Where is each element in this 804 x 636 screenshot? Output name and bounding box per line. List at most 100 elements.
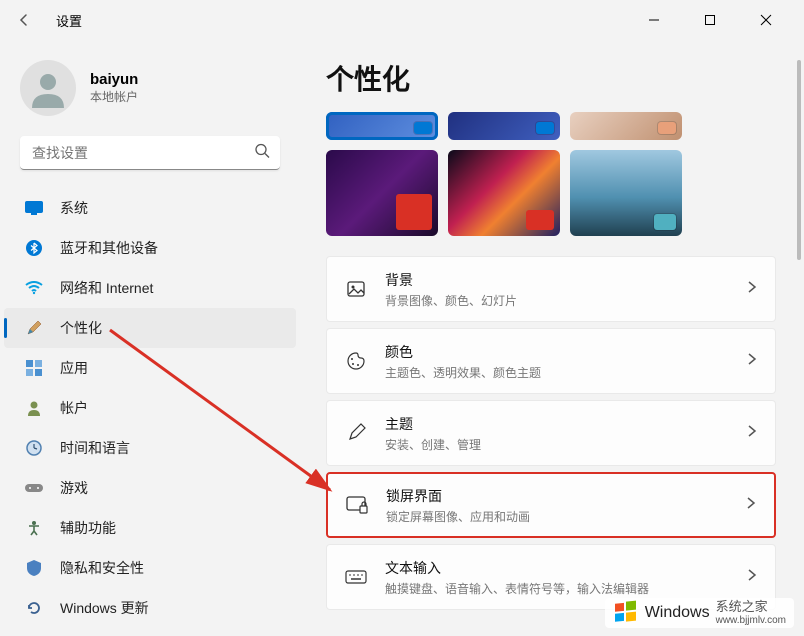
setting-desc: 触摸键盘、语音输入、表情符号等，输入法编辑器 [385, 580, 729, 597]
settings-list: 背景 背景图像、颜色、幻灯片 颜色 主题色、透明效果、颜色主题 主题 安装、创建… [326, 256, 776, 610]
theme-tile[interactable] [448, 150, 560, 236]
sidebar-item-apps[interactable]: 应用 [4, 348, 296, 388]
nav-list: 系统 蓝牙和其他设备 网络和 Internet 个性化 应用 帐户 [0, 188, 300, 628]
keyboard-icon [345, 566, 367, 588]
sidebar: baiyun 本地帐户 系统 蓝牙和其他设备 网络 [0, 40, 300, 636]
watermark: Windows 系统之家 www.bjjmlv.com [605, 598, 794, 628]
chevron-right-icon [747, 280, 757, 299]
accent-chip [396, 194, 432, 230]
setting-row-colors[interactable]: 颜色 主题色、透明效果、颜色主题 [326, 328, 776, 394]
search-box [20, 136, 280, 170]
setting-title: 颜色 [385, 342, 729, 362]
system-icon [24, 198, 44, 218]
image-icon [345, 278, 367, 300]
lockscreen-icon [346, 494, 368, 516]
setting-row-background[interactable]: 背景 背景图像、颜色、幻灯片 [326, 256, 776, 322]
person-icon [24, 398, 44, 418]
update-icon [24, 598, 44, 618]
accent-chip [536, 122, 554, 134]
close-icon [760, 14, 772, 26]
watermark-sub2: www.bjjmlv.com [716, 615, 786, 626]
setting-title: 文本输入 [385, 558, 729, 578]
nav-label: 辅助功能 [60, 518, 116, 538]
apps-icon [24, 358, 44, 378]
sidebar-item-update[interactable]: Windows 更新 [4, 588, 296, 628]
theme-tile[interactable] [570, 112, 682, 140]
accent-chip [658, 122, 676, 134]
nav-label: 蓝牙和其他设备 [60, 238, 158, 258]
page-title: 个性化 [326, 58, 776, 98]
chevron-right-icon [747, 568, 757, 587]
sidebar-item-gaming[interactable]: 游戏 [4, 468, 296, 508]
chevron-right-icon [747, 352, 757, 371]
setting-desc: 主题色、透明效果、颜色主题 [385, 364, 729, 381]
setting-title: 背景 [385, 270, 729, 290]
accent-chip [414, 122, 432, 134]
setting-title: 主题 [385, 414, 729, 434]
sidebar-item-accounts[interactable]: 帐户 [4, 388, 296, 428]
back-button[interactable] [8, 4, 40, 36]
theme-tile[interactable] [326, 112, 438, 140]
themes-grid [326, 112, 776, 236]
watermark-brand: Windows [645, 604, 710, 622]
maximize-button[interactable] [696, 6, 724, 34]
clock-icon [24, 438, 44, 458]
gamepad-icon [24, 478, 44, 498]
paintbrush-icon [24, 318, 44, 338]
nav-label: 游戏 [60, 478, 88, 498]
search-icon[interactable] [254, 143, 270, 164]
nav-label: 应用 [60, 358, 88, 378]
search-input[interactable] [20, 136, 280, 170]
theme-tile[interactable] [326, 150, 438, 236]
nav-label: 帐户 [60, 398, 88, 418]
nav-label: 个性化 [60, 318, 102, 338]
theme-tile[interactable] [570, 150, 682, 236]
setting-row-lockscreen[interactable]: 锁屏界面 锁定屏幕图像、应用和动画 [326, 472, 776, 538]
nav-label: 系统 [60, 198, 88, 218]
shield-icon [24, 558, 44, 578]
theme-tile[interactable] [448, 112, 560, 140]
arrow-left-icon [16, 12, 32, 28]
sidebar-item-bluetooth[interactable]: 蓝牙和其他设备 [4, 228, 296, 268]
palette-icon [345, 350, 367, 372]
setting-desc: 背景图像、颜色、幻灯片 [385, 292, 729, 309]
setting-desc: 锁定屏幕图像、应用和动画 [386, 508, 728, 525]
nav-label: 隐私和安全性 [60, 558, 144, 578]
titlebar: 设置 [0, 0, 804, 40]
sidebar-item-privacy[interactable]: 隐私和安全性 [4, 548, 296, 588]
user-sub: 本地帐户 [90, 88, 138, 105]
setting-desc: 安装、创建、管理 [385, 436, 729, 453]
sidebar-item-system[interactable]: 系统 [4, 188, 296, 228]
avatar [20, 60, 76, 116]
minimize-icon [648, 14, 660, 26]
watermark-sub1: 系统之家 [716, 600, 786, 614]
nav-label: Windows 更新 [60, 598, 149, 618]
windows-logo-icon [613, 600, 639, 626]
setting-title: 锁屏界面 [386, 486, 728, 506]
sidebar-item-personalization[interactable]: 个性化 [4, 308, 296, 348]
maximize-icon [704, 14, 716, 26]
sidebar-item-time[interactable]: 时间和语言 [4, 428, 296, 468]
chevron-right-icon [746, 496, 756, 515]
user-name: baiyun [90, 71, 138, 88]
chevron-right-icon [747, 424, 757, 443]
scrollbar[interactable] [796, 60, 802, 300]
avatar-icon [28, 68, 68, 108]
setting-row-themes[interactable]: 主题 安装、创建、管理 [326, 400, 776, 466]
window-controls [640, 6, 796, 34]
content: 个性化 背景 背景图像、颜色、幻灯片 颜色 主题色 [300, 40, 804, 636]
pen-icon [345, 422, 367, 444]
accent-chip [526, 210, 554, 230]
accent-chip [654, 214, 676, 230]
bluetooth-icon [24, 238, 44, 258]
sidebar-item-network[interactable]: 网络和 Internet [4, 268, 296, 308]
scrollbar-thumb[interactable] [797, 60, 801, 260]
close-button[interactable] [752, 6, 780, 34]
user-block[interactable]: baiyun 本地帐户 [0, 52, 300, 136]
minimize-button[interactable] [640, 6, 668, 34]
accessibility-icon [24, 518, 44, 538]
app-title: 设置 [56, 11, 82, 30]
sidebar-item-accessibility[interactable]: 辅助功能 [4, 508, 296, 548]
nav-label: 网络和 Internet [60, 278, 153, 298]
wifi-icon [24, 278, 44, 298]
